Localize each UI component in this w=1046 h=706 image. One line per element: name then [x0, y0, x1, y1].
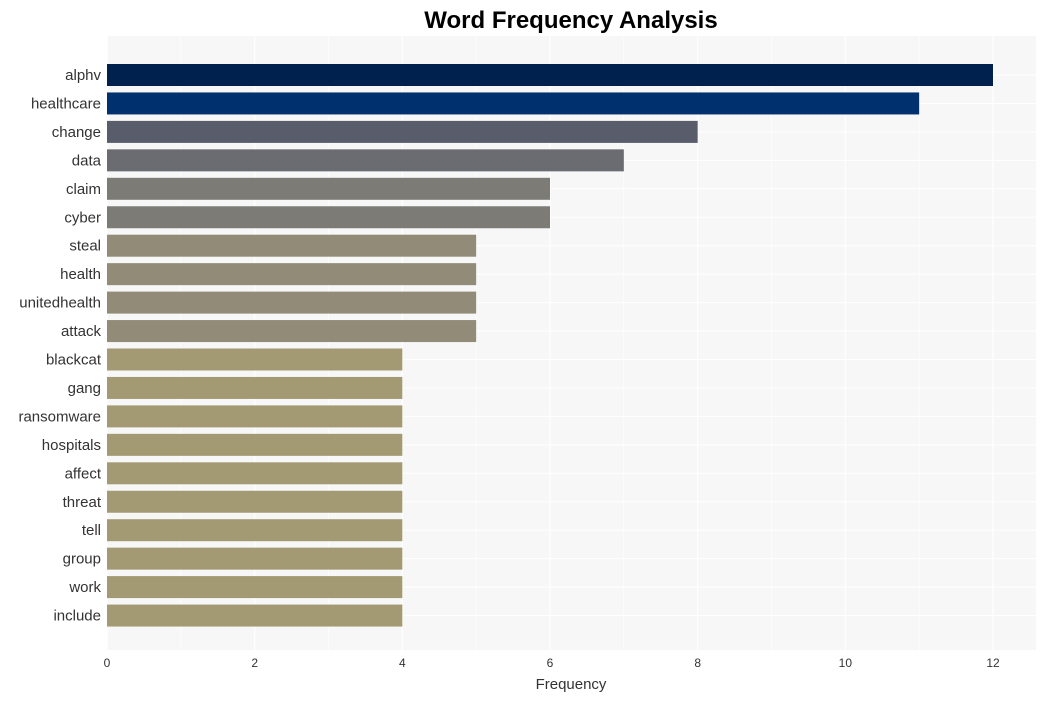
x-axis-ticks: 0 2 4 6 8 10 12: [104, 656, 1000, 670]
x-tick-label: 12: [986, 656, 1000, 670]
bar-unitedhealth: [107, 291, 477, 314]
x-axis-label: Frequency: [536, 676, 607, 693]
bar-blackcat: [107, 348, 403, 371]
bar-hospitals: [107, 433, 403, 456]
y-tick-label: ransomware: [18, 408, 101, 425]
y-tick-label: include: [53, 608, 101, 625]
y-tick-label: group: [63, 551, 101, 568]
y-tick-label: tell: [82, 522, 101, 539]
y-tick-label: cyber: [64, 209, 101, 226]
bar-threat: [107, 490, 403, 513]
y-tick-label: alphv: [65, 67, 101, 84]
x-tick-label: 4: [399, 656, 406, 670]
x-tick-label: 6: [547, 656, 554, 670]
y-tick-label: hospitals: [42, 437, 101, 454]
y-tick-label: data: [72, 152, 102, 169]
x-tick-label: 2: [251, 656, 258, 670]
y-tick-label: gang: [68, 380, 101, 397]
bar-change: [107, 120, 698, 143]
y-tick-label: work: [68, 579, 101, 596]
y-tick-label: steal: [69, 238, 101, 255]
bar-steal: [107, 234, 477, 257]
bar-data: [107, 149, 624, 172]
y-tick-label: blackcat: [46, 352, 102, 369]
bar-cyber: [107, 206, 550, 229]
y-tick-label: claim: [66, 181, 101, 198]
bar-healthcare: [107, 92, 920, 115]
y-tick-label: health: [60, 266, 101, 283]
bar-alphv: [107, 64, 993, 86]
y-tick-label: affect: [65, 465, 102, 482]
y-tick-label: change: [52, 124, 101, 141]
chart-title: Word Frequency Analysis: [424, 7, 717, 34]
bar-work: [107, 576, 403, 599]
x-tick-label: 0: [104, 656, 111, 670]
bar-include: [107, 604, 403, 627]
x-tick-label: 8: [694, 656, 701, 670]
bar-health: [107, 263, 477, 286]
y-axis-labels: alphv healthcare change data claim cyber steal…: [18, 67, 101, 625]
bar-group: [107, 547, 403, 570]
y-tick-label: attack: [61, 323, 102, 340]
y-tick-label: threat: [63, 494, 102, 511]
bar-tell: [107, 519, 403, 542]
bar-attack: [107, 320, 477, 343]
bar-claim: [107, 177, 550, 200]
bar-gang: [107, 376, 403, 399]
word-frequency-chart: Word Frequency Analysis alphv healthcare c…: [18, 7, 1036, 693]
bar-ransomware: [107, 405, 403, 428]
y-tick-label: healthcare: [31, 95, 101, 112]
x-tick-label: 10: [839, 656, 853, 670]
bar-affect: [107, 462, 403, 485]
y-tick-label: unitedhealth: [19, 295, 101, 312]
